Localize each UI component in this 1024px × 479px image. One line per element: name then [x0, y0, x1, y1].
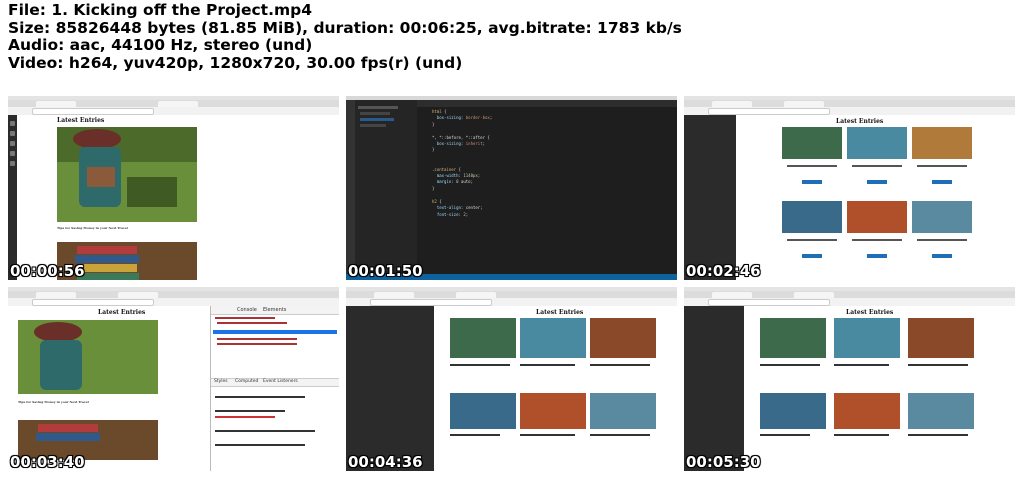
selected-dom-node[interactable]: [213, 330, 337, 334]
video-line: Video: h264, yuv420p, 1280x720, 30.00 fp…: [8, 53, 463, 72]
file-info-header: File: 1. Kicking off the Project.mp4 Siz…: [8, 1, 682, 72]
timestamp: 00:05:30: [686, 453, 761, 471]
styles-tab[interactable]: Styles: [214, 379, 228, 384]
card-grid: [760, 318, 974, 436]
thumbnail-1[interactable]: Latest Entries Tips for Saving Money in …: [8, 96, 339, 280]
page-title: Latest Entries: [846, 309, 894, 316]
url-bar[interactable]: [32, 108, 154, 115]
thumbnail-6[interactable]: Latest Entries 00:05:30: [684, 287, 1015, 471]
timestamp: 00:02:46: [686, 262, 761, 280]
devtools-panel[interactable]: Console Elements Styles Computed Event L…: [210, 306, 339, 471]
entry-title: Tips for Saving Money in your Next Trave…: [18, 400, 89, 404]
page-title: Latest Entries: [57, 117, 105, 124]
thumbnail-3[interactable]: Latest Entries 00:02:46: [684, 96, 1015, 280]
page-title: Latest Entries: [98, 309, 146, 316]
devtools-tab-console[interactable]: Console: [237, 307, 257, 313]
file-line: File: 1. Kicking off the Project.mp4: [8, 1, 312, 19]
timestamp: 00:01:50: [348, 262, 423, 280]
size-line: Size: 85826448 bytes (81.85 MiB), durati…: [8, 18, 682, 37]
backpack-photo: [18, 320, 158, 394]
audio-line: Audio: aac, 44100 Hz, stereo (und): [8, 36, 313, 54]
url-bar[interactable]: [708, 108, 830, 115]
card-grid: [782, 127, 972, 258]
timestamp: 00:03:40: [10, 453, 85, 471]
url-bar[interactable]: [32, 299, 154, 306]
timestamp: 00:00:56: [10, 262, 85, 280]
card-grid: [450, 318, 656, 436]
timestamp: 00:04:36: [348, 453, 423, 471]
event-listeners-tab[interactable]: Event Listeners: [263, 379, 298, 384]
thumbnail-4[interactable]: Latest Entries Tips for Saving Money in …: [8, 287, 339, 471]
code-editor[interactable]: html { box-sizing: border-box; } *, *::b…: [432, 109, 492, 218]
backpack-photo: [57, 127, 197, 222]
thumbnail-5[interactable]: Latest Entries 00:04:36: [346, 287, 677, 471]
devtools-tab-elements[interactable]: Elements: [263, 307, 286, 313]
thumbnail-2[interactable]: html { box-sizing: border-box; } *, *::b…: [346, 96, 677, 280]
page-title: Latest Entries: [536, 309, 584, 316]
entry-title: Tips for Saving Money in your Next Trave…: [57, 226, 128, 230]
page-title: Latest Entries: [836, 118, 884, 125]
computed-tab[interactable]: Computed: [235, 379, 258, 384]
url-bar[interactable]: [370, 299, 492, 306]
url-bar[interactable]: [708, 299, 830, 306]
